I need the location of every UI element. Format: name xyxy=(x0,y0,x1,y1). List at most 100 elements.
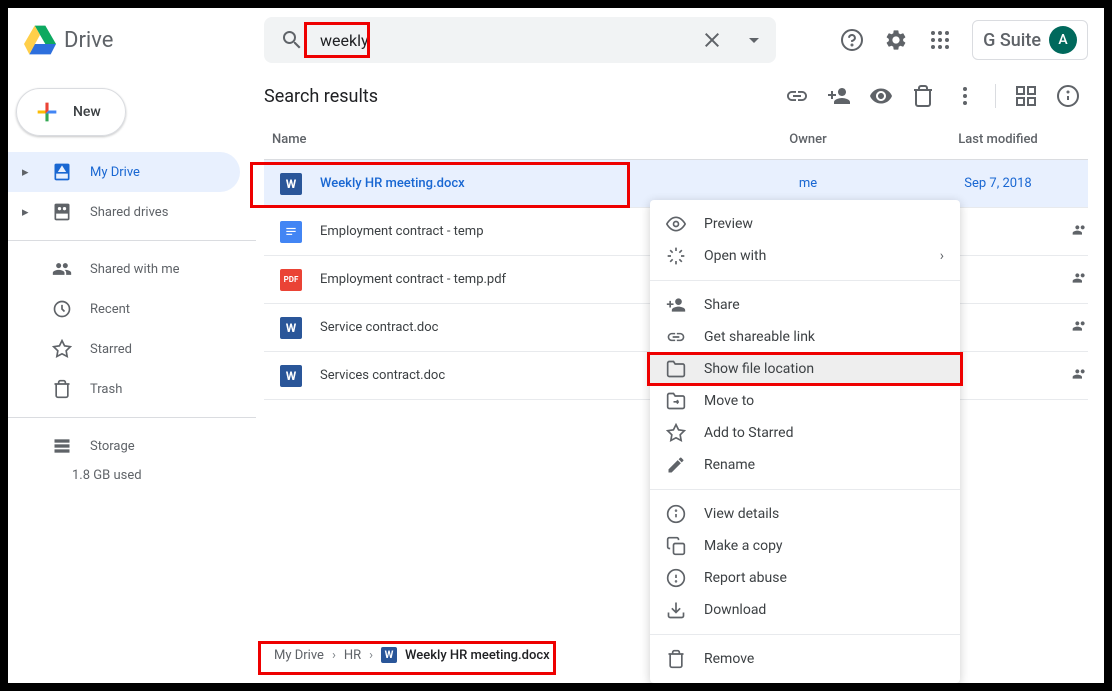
star-icon xyxy=(666,423,686,443)
move-icon xyxy=(666,391,686,411)
menu-share[interactable]: Share xyxy=(650,289,960,321)
apps-icon[interactable] xyxy=(920,20,960,60)
menu-label: Share xyxy=(704,297,740,313)
search-bar[interactable] xyxy=(264,17,776,63)
docx-icon: W xyxy=(381,647,397,663)
menu-get-link[interactable]: Get shareable link xyxy=(650,321,960,353)
menu-label: Report abuse xyxy=(704,570,787,586)
chevron-right-icon: › xyxy=(940,248,944,264)
shared-icon xyxy=(1072,366,1088,386)
docx-icon: W xyxy=(280,365,302,387)
shared-icon xyxy=(1072,222,1088,242)
menu-add-starred[interactable]: Add to Starred xyxy=(650,417,960,449)
col-owner[interactable]: Owner xyxy=(708,132,908,147)
menu-label: Remove xyxy=(704,651,754,667)
nav-shared-drives[interactable]: ▸ Shared drives xyxy=(8,192,240,232)
warning-icon xyxy=(666,568,686,588)
divider xyxy=(8,417,256,418)
menu-label: Download xyxy=(704,602,766,618)
new-button[interactable]: New xyxy=(16,88,126,136)
help-icon[interactable] xyxy=(832,20,872,60)
col-name[interactable]: Name xyxy=(272,132,708,147)
nav-label: Shared drives xyxy=(90,205,168,220)
menu-label: View details xyxy=(704,506,779,522)
folder-icon xyxy=(666,359,686,379)
menu-label: Make a copy xyxy=(704,538,783,554)
trash-icon xyxy=(52,379,72,399)
file-name: Weekly HR meeting.docx xyxy=(320,176,708,191)
menu-download[interactable]: Download xyxy=(650,594,960,626)
main-header: Search results xyxy=(264,72,1088,120)
main-content: Search results Name Owner Last modified xyxy=(256,72,1104,683)
nav-label: Recent xyxy=(90,302,130,317)
menu-divider xyxy=(650,634,960,635)
open-with-icon xyxy=(666,246,686,266)
menu-label: Get shareable link xyxy=(704,329,815,345)
link-icon[interactable] xyxy=(777,76,817,116)
breadcrumb: My Drive › HR › W Weekly HR meeting.docx xyxy=(264,641,560,669)
nav-my-drive[interactable]: ▸ My Drive xyxy=(8,152,240,192)
menu-label: Show file location xyxy=(704,361,814,377)
more-icon[interactable] xyxy=(945,76,985,116)
shared-icon xyxy=(1072,270,1088,290)
clear-search-icon[interactable] xyxy=(692,20,732,60)
search-options-icon[interactable] xyxy=(740,20,768,60)
nav-recent[interactable]: Recent xyxy=(8,289,240,329)
new-label: New xyxy=(73,104,101,120)
file-modified: Sep 7, 2018 xyxy=(908,176,1088,191)
logo-area[interactable]: Drive xyxy=(24,24,256,56)
shared-drives-icon xyxy=(52,202,72,222)
shared-icon xyxy=(1072,318,1088,338)
menu-show-location[interactable]: Show file location xyxy=(650,353,960,385)
nav-shared-with-me[interactable]: Shared with me xyxy=(8,249,240,289)
gsuite-badge[interactable]: G Suite A xyxy=(972,20,1088,60)
menu-label: Open with xyxy=(704,248,766,264)
menu-divider xyxy=(650,489,960,490)
search-input[interactable] xyxy=(320,31,684,50)
nav-label: Storage xyxy=(90,439,135,454)
top-actions: G Suite A xyxy=(832,20,1088,60)
menu-view-details[interactable]: View details xyxy=(650,498,960,530)
eye-icon xyxy=(666,214,686,234)
avatar[interactable]: A xyxy=(1049,26,1077,54)
share-icon xyxy=(666,295,686,315)
add-person-icon[interactable] xyxy=(819,76,859,116)
breadcrumb-current[interactable]: Weekly HR meeting.docx xyxy=(405,648,550,663)
nav-label: My Drive xyxy=(90,165,140,180)
my-drive-icon xyxy=(52,162,72,182)
topbar: Drive G Suite A xyxy=(8,8,1104,72)
search-icon[interactable] xyxy=(272,20,312,60)
info-icon[interactable] xyxy=(1048,76,1088,116)
breadcrumb-part[interactable]: HR xyxy=(344,648,361,663)
menu-move-to[interactable]: Move to xyxy=(650,385,960,417)
menu-rename[interactable]: Rename xyxy=(650,449,960,481)
nav-storage[interactable]: Storage xyxy=(8,426,240,466)
docx-icon: W xyxy=(280,173,302,195)
people-icon xyxy=(52,259,72,279)
pdf-icon: PDF xyxy=(280,269,302,291)
expand-icon[interactable]: ▸ xyxy=(22,165,34,180)
nav-trash[interactable]: Trash xyxy=(8,369,240,409)
menu-remove[interactable]: Remove xyxy=(650,643,960,675)
menu-preview[interactable]: Preview xyxy=(650,208,960,240)
menu-report-abuse[interactable]: Report abuse xyxy=(650,562,960,594)
docs-icon xyxy=(280,221,302,243)
expand-icon[interactable]: ▸ xyxy=(22,205,34,220)
plus-icon xyxy=(33,98,61,126)
info-icon xyxy=(666,504,686,524)
preview-icon[interactable] xyxy=(861,76,901,116)
menu-make-copy[interactable]: Make a copy xyxy=(650,530,960,562)
divider xyxy=(995,84,996,108)
menu-open-with[interactable]: Open with › xyxy=(650,240,960,272)
sidebar: New ▸ My Drive ▸ Shared drives Shared wi… xyxy=(8,72,256,683)
grid-view-icon[interactable] xyxy=(1006,76,1046,116)
menu-label: Preview xyxy=(704,216,753,232)
menu-label: Add to Starred xyxy=(704,425,793,441)
breadcrumb-part[interactable]: My Drive xyxy=(274,648,324,663)
settings-icon[interactable] xyxy=(876,20,916,60)
nav-starred[interactable]: Starred xyxy=(8,329,240,369)
delete-icon[interactable] xyxy=(903,76,943,116)
col-modified[interactable]: Last modified xyxy=(908,132,1088,147)
download-icon xyxy=(666,600,686,620)
nav-label: Trash xyxy=(90,382,122,397)
